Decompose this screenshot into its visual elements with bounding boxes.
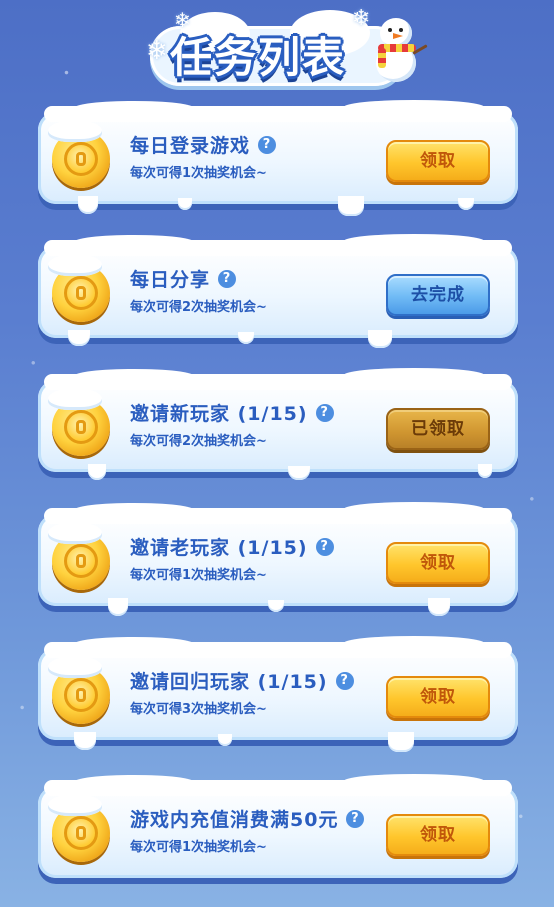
claim-button[interactable]: 领取 <box>386 140 490 182</box>
claim-button[interactable]: 领取 <box>386 676 490 718</box>
task-reward: 每次可得3次抽奖机会~ <box>130 702 267 717</box>
task-card: 邀请回归玩家 (1/15)? 每次可得3次抽奖机会~ 领取 <box>38 636 518 752</box>
task-card: 邀请老玩家 (1/15)? 每次可得1次抽奖机会~ 领取 <box>38 502 518 616</box>
task-title: 每日分享 <box>130 269 211 291</box>
task-reward: 每次可得1次抽奖机会~ <box>130 166 267 181</box>
claimed-button[interactable]: 已领取 <box>386 408 490 450</box>
task-card: 邀请新玩家 (1/15)? 每次可得2次抽奖机会~ 已领取 <box>38 368 518 480</box>
coin-icon <box>48 522 110 590</box>
task-card-panel: 每日分享? 每次可得2次抽奖机会~ 去完成 <box>38 234 518 348</box>
help-icon[interactable]: ? <box>335 671 354 690</box>
task-card-panel: 邀请老玩家 (1/15)? 每次可得1次抽奖机会~ 领取 <box>38 502 518 616</box>
coin-icon <box>48 388 110 456</box>
help-icon[interactable]: ? <box>218 269 237 288</box>
help-icon[interactable]: ? <box>346 809 365 828</box>
help-icon[interactable]: ? <box>315 403 334 422</box>
task-reward: 每次可得2次抽奖机会~ <box>130 300 267 315</box>
task-card: 每日登录游戏? 每次可得1次抽奖机会~ 领取 <box>38 100 518 216</box>
task-reward: 每次可得1次抽奖机会~ <box>130 840 267 855</box>
task-card-panel: 每日登录游戏? 每次可得1次抽奖机会~ 领取 <box>38 100 518 216</box>
go-complete-button[interactable]: 去完成 <box>386 274 490 316</box>
coin-icon <box>48 120 110 188</box>
task-reward: 每次可得2次抽奖机会~ <box>130 434 267 449</box>
coin-icon <box>48 794 110 862</box>
task-title: 邀请老玩家 (1/15) <box>130 537 308 559</box>
task-title: 邀请新玩家 (1/15) <box>130 403 308 425</box>
task-reward: 每次可得1次抽奖机会~ <box>130 568 267 583</box>
task-card: 每日分享? 每次可得2次抽奖机会~ 去完成 <box>38 234 518 348</box>
help-icon[interactable]: ? <box>258 135 277 154</box>
task-title: 每日登录游戏 <box>130 135 251 157</box>
task-card-panel: 游戏内充值消费满50元? 每次可得1次抽奖机会~ 领取 <box>38 774 518 878</box>
coin-icon <box>48 254 110 322</box>
claim-button[interactable]: 领取 <box>386 814 490 856</box>
help-icon[interactable]: ? <box>315 537 334 556</box>
task-card-panel: 邀请新玩家 (1/15)? 每次可得2次抽奖机会~ 已领取 <box>38 368 518 480</box>
task-list: 每日登录游戏? 每次可得1次抽奖机会~ 领取 每日分享? 每次可得2次抽奖机会~… <box>0 0 554 907</box>
claim-button[interactable]: 领取 <box>386 542 490 584</box>
coin-icon <box>48 656 110 724</box>
task-title: 游戏内充值消费满50元 <box>130 809 339 831</box>
task-card: 游戏内充值消费满50元? 每次可得1次抽奖机会~ 领取 <box>38 774 518 884</box>
task-title: 邀请回归玩家 (1/15) <box>130 671 328 693</box>
task-card-panel: 邀请回归玩家 (1/15)? 每次可得3次抽奖机会~ 领取 <box>38 636 518 752</box>
